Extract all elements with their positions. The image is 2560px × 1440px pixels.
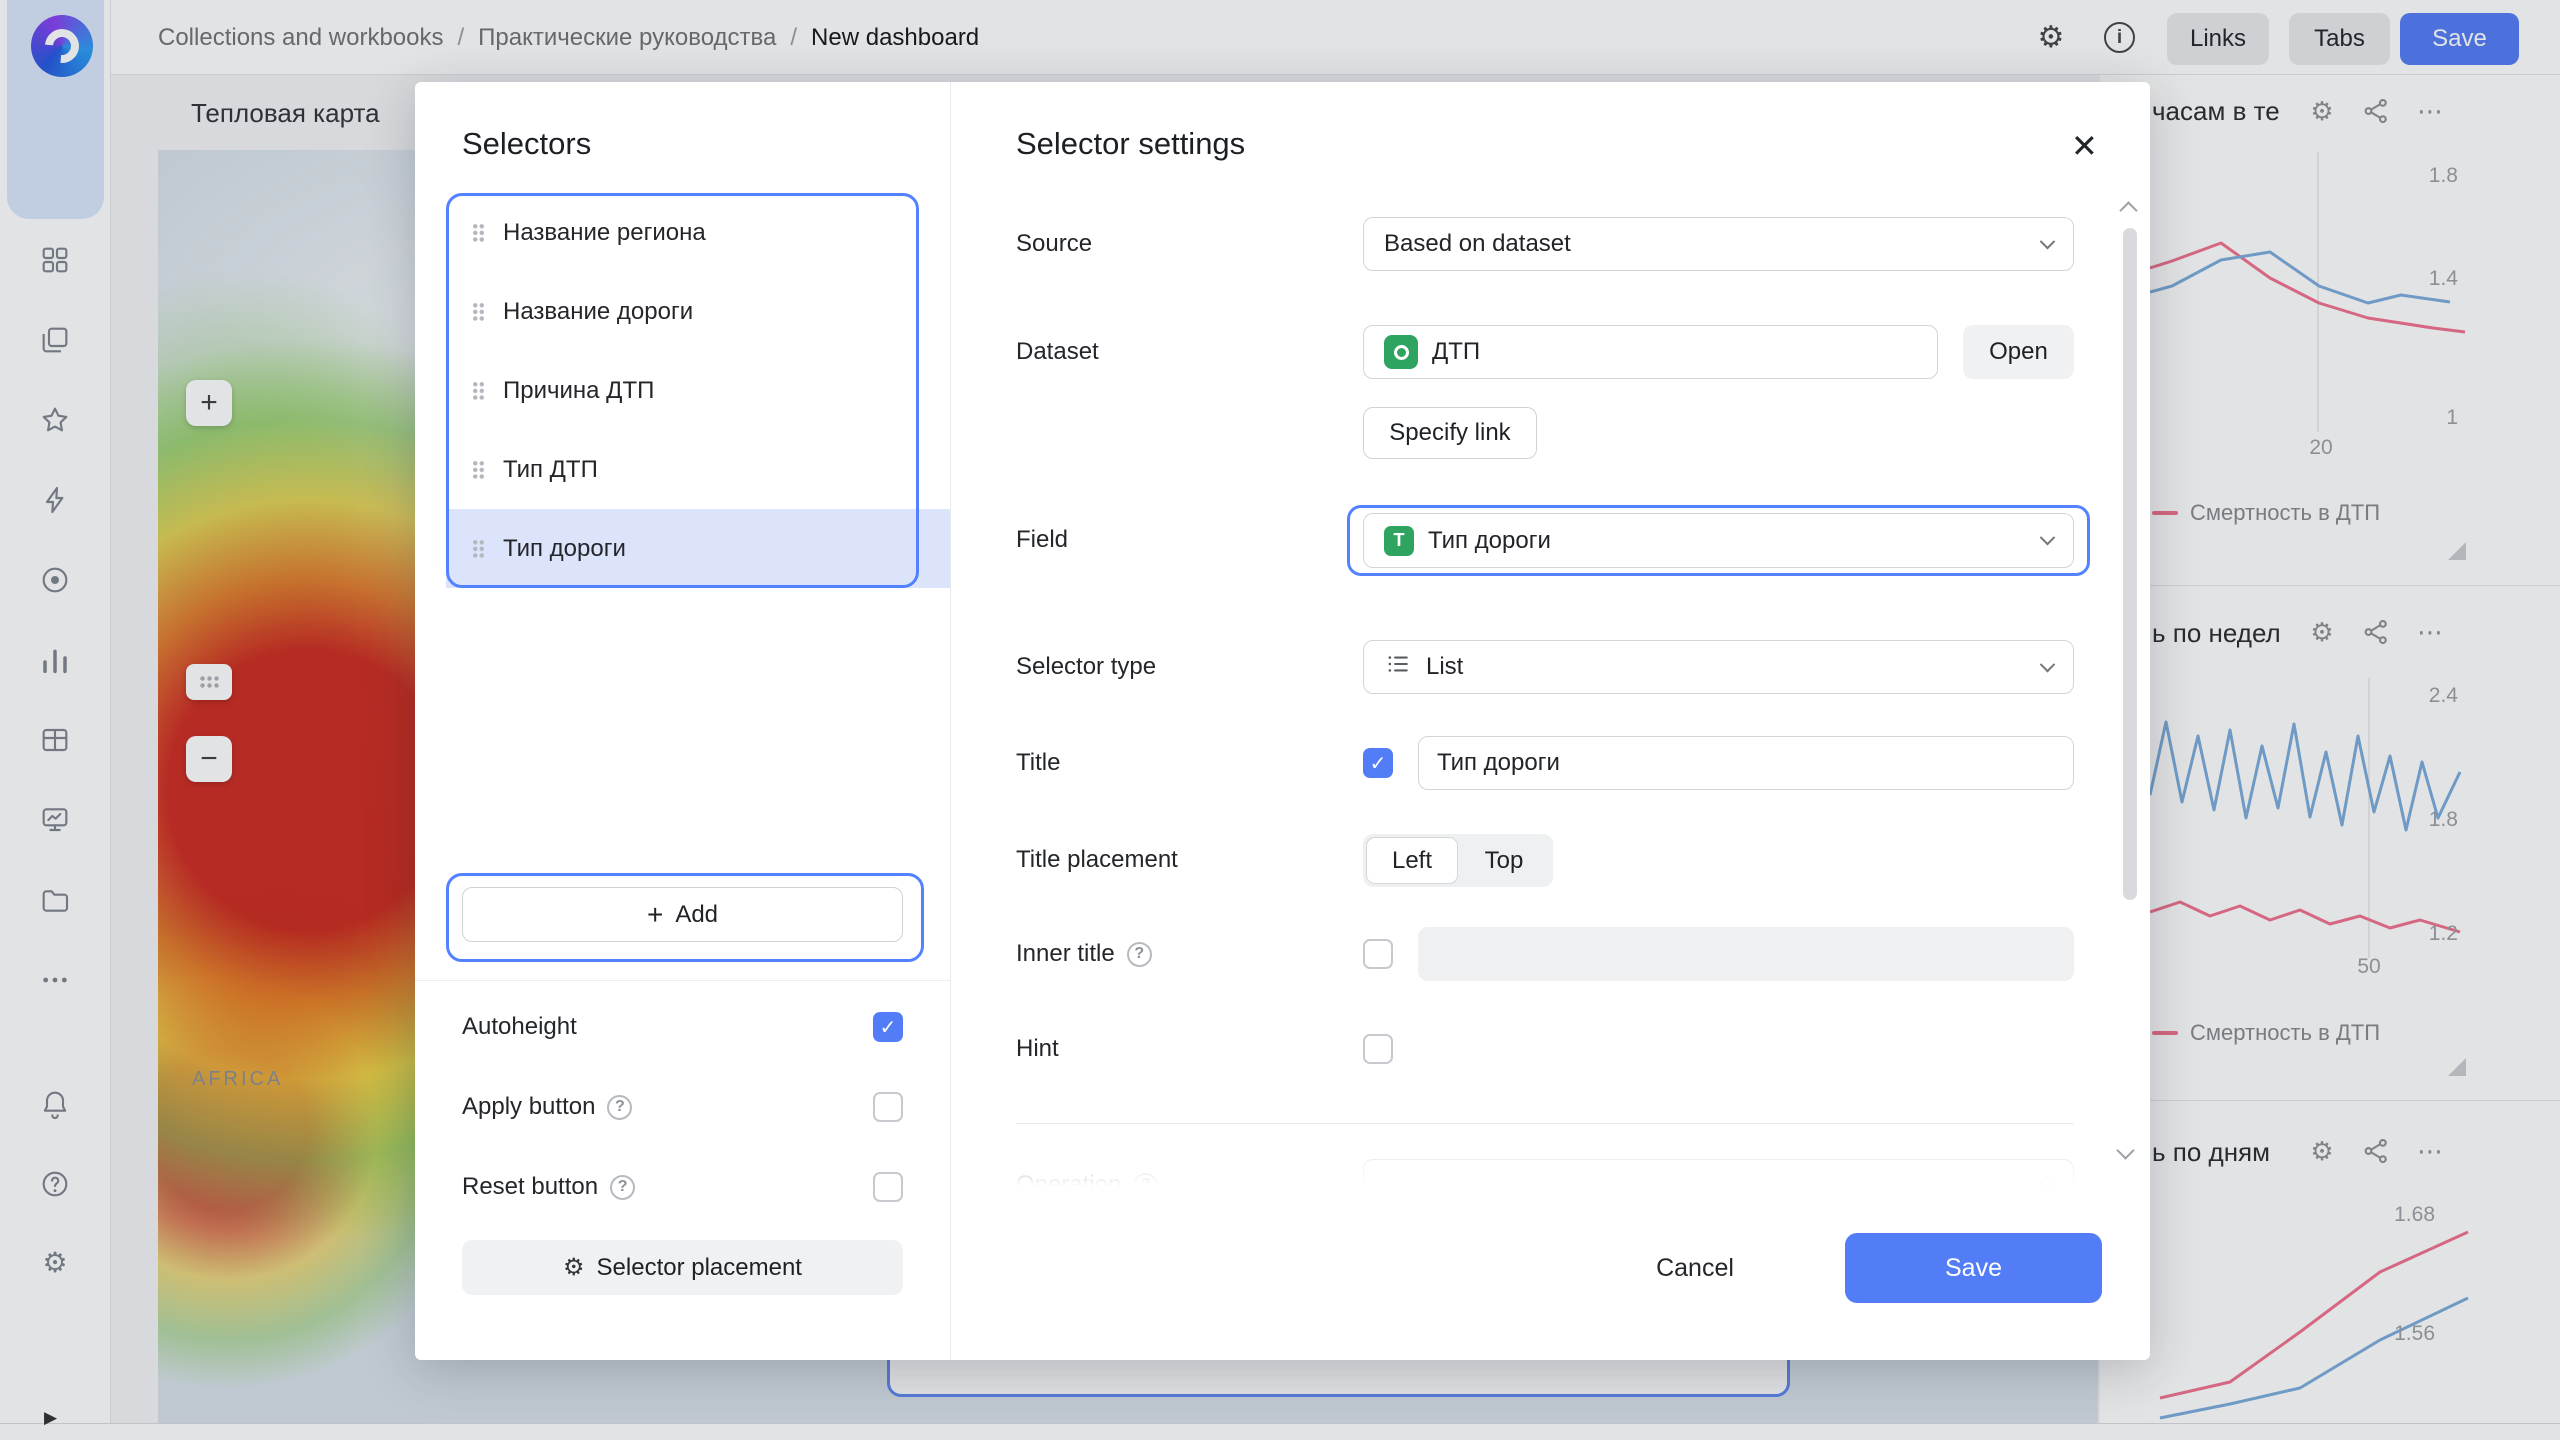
apply-button-label: Apply button ?: [462, 1091, 632, 1123]
question-icon[interactable]: ?: [1127, 942, 1152, 967]
close-icon[interactable]: ✕: [2071, 130, 2098, 162]
field-value: Тип дороги: [1428, 527, 1551, 555]
add-selector-button[interactable]: + Add: [462, 887, 903, 942]
drag-handle-icon[interactable]: [472, 381, 485, 401]
scroll-up-indicator-icon[interactable]: [2119, 201, 2137, 219]
add-button-label: Add: [675, 901, 718, 929]
source-value: Based on dataset: [1384, 230, 1571, 258]
scroll-down-indicator-icon[interactable]: [2116, 1141, 2134, 1159]
list-type-icon: [1384, 650, 1412, 685]
selector-item-label: Название дороги: [503, 298, 693, 326]
apply-label-text: Apply button: [462, 1093, 595, 1121]
drag-handle-icon[interactable]: [472, 302, 485, 322]
selector-item-label: Тип дороги: [503, 535, 626, 563]
autoheight-checkbox[interactable]: ✓: [873, 1012, 903, 1042]
selector-list-item[interactable]: Причина ДТП: [446, 351, 950, 430]
chevron-down-icon: [2040, 530, 2056, 546]
drag-handle-icon[interactable]: [472, 223, 485, 243]
selector-list-item[interactable]: Название региона: [446, 193, 950, 272]
title-label: Title: [1016, 747, 1060, 779]
dataset-label: Dataset: [1016, 336, 1099, 368]
inner-title-label: Inner title ?: [1016, 938, 1152, 970]
selector-type-label: Selector type: [1016, 651, 1156, 683]
dataset-value: ДТП: [1432, 338, 1480, 366]
selector-item-label: Тип ДТП: [503, 456, 598, 484]
dataset-field[interactable]: ДТП: [1363, 325, 1938, 379]
hint-checkbox[interactable]: [1363, 1034, 1393, 1064]
inner-title-text: Inner title: [1016, 940, 1115, 968]
inner-title-checkbox[interactable]: [1363, 939, 1393, 969]
chevron-down-icon: [2040, 656, 2056, 672]
selector-type-select[interactable]: List: [1363, 640, 2074, 694]
autoheight-label: Autoheight: [462, 1011, 577, 1043]
title-placement-label: Title placement: [1016, 844, 1178, 876]
selector-item-label: Название региона: [503, 219, 706, 247]
drag-handle-icon[interactable]: [472, 460, 485, 480]
placement-option-top[interactable]: Top: [1458, 837, 1550, 884]
dialog-divider: [950, 82, 951, 1360]
open-dataset-button[interactable]: Open: [1963, 325, 2074, 379]
scroll-fade: [1016, 1117, 2074, 1187]
field-type-icon: T: [1384, 526, 1414, 556]
cancel-button[interactable]: Cancel: [1630, 1233, 1760, 1303]
screen: часам в те ⚙ ⋯ 1.8 1.4 1 20 Смертность в…: [0, 0, 2560, 1440]
specify-link-button[interactable]: Specify link: [1363, 407, 1537, 459]
selector-list: Название региона Название дороги Причина…: [446, 193, 950, 588]
selector-list-item-selected[interactable]: Тип дороги: [446, 509, 950, 588]
apply-button-checkbox[interactable]: [873, 1092, 903, 1122]
selector-placement-button[interactable]: ⚙ Selector placement: [462, 1240, 903, 1295]
title-input[interactable]: [1418, 736, 2074, 790]
question-icon[interactable]: ?: [610, 1175, 635, 1200]
check-icon: ✓: [880, 1015, 897, 1040]
left-pane-divider: [415, 980, 950, 981]
source-select[interactable]: Based on dataset: [1363, 217, 2074, 271]
plus-icon: +: [647, 901, 663, 929]
source-label: Source: [1016, 228, 1092, 260]
reset-button-checkbox[interactable]: [873, 1172, 903, 1202]
gear-icon: ⚙: [563, 1256, 585, 1280]
title-checkbox[interactable]: ✓: [1363, 748, 1393, 778]
reset-label-text: Reset button: [462, 1173, 598, 1201]
settings-panel-title: Selector settings: [1016, 126, 1245, 162]
selectors-dialog: Selectors Название региона Название доро…: [415, 82, 2150, 1360]
title-placement-segmented: Left Top: [1363, 834, 1553, 887]
placement-option-left[interactable]: Left: [1366, 837, 1458, 884]
save-button[interactable]: Save: [1845, 1233, 2102, 1303]
inner-title-input: [1418, 927, 2074, 981]
selector-list-item[interactable]: Название дороги: [446, 272, 950, 351]
chevron-down-icon: [2040, 233, 2056, 249]
dataset-icon: [1384, 335, 1418, 369]
selectors-panel-title: Selectors: [462, 126, 591, 162]
scrollbar-thumb[interactable]: [2123, 228, 2137, 900]
placement-button-label: Selector placement: [597, 1254, 802, 1282]
hint-label: Hint: [1016, 1033, 1059, 1065]
selector-type-value: List: [1426, 653, 1463, 681]
drag-handle-icon[interactable]: [472, 539, 485, 559]
field-label: Field: [1016, 524, 1068, 556]
reset-button-label: Reset button ?: [462, 1171, 635, 1203]
selector-list-item[interactable]: Тип ДТП: [446, 430, 950, 509]
selector-item-label: Причина ДТП: [503, 377, 654, 405]
field-select[interactable]: T Тип дороги: [1363, 513, 2074, 568]
check-icon: ✓: [1370, 751, 1387, 776]
dataset-ring-glyph: [1394, 345, 1409, 360]
question-icon[interactable]: ?: [607, 1095, 632, 1120]
